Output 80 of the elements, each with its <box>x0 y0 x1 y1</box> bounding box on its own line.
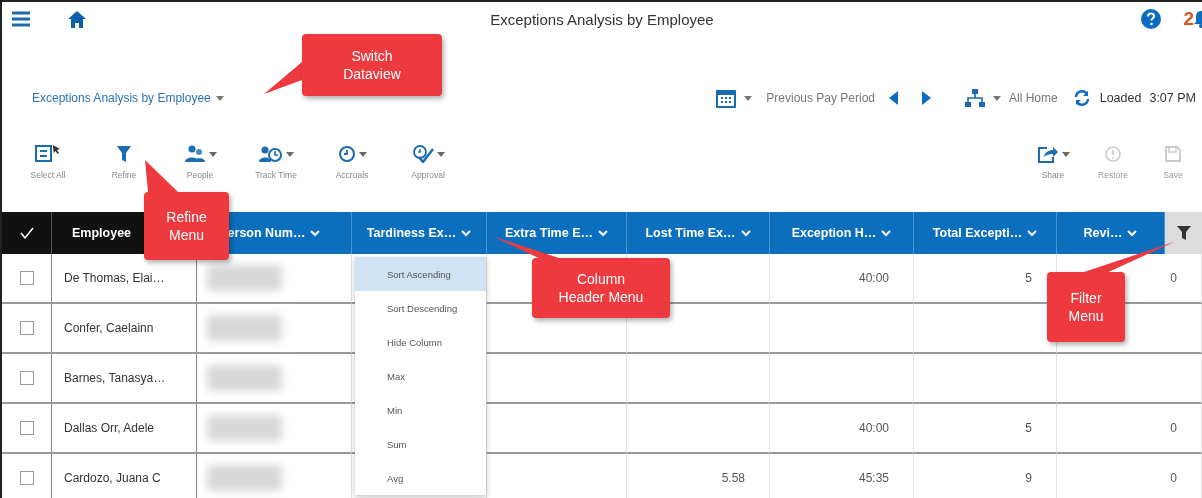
caret-icon <box>215 95 224 101</box>
share-tool-button[interactable]: Share <box>1024 144 1082 196</box>
table-cell: 0 <box>1057 404 1202 454</box>
chevron-icon <box>881 229 892 237</box>
load-status: Loaded <box>1099 91 1142 105</box>
caret-icon <box>436 151 445 157</box>
menu-item[interactable]: Sum <box>355 427 486 461</box>
row-checkbox[interactable] <box>19 321 34 335</box>
menu-item[interactable]: Min <box>355 393 486 427</box>
menu-item[interactable]: Max <box>355 359 486 393</box>
load-time: 3:07 PM <box>1149 91 1196 105</box>
table-cell: 45:35 <box>770 454 914 498</box>
restore-icon <box>1104 145 1122 163</box>
table-cell: 40:00 <box>770 254 914 304</box>
filter-button[interactable] <box>1165 212 1202 254</box>
table-cell: 9 <box>914 454 1057 498</box>
table-cell: Barnes, Tanasya… <box>52 354 197 404</box>
people-icon <box>183 145 206 163</box>
column-header[interactable]: Extra Time E… <box>487 212 627 254</box>
dataview-dropdown[interactable]: Exceptions Analysis by Employee <box>32 91 224 105</box>
filter-icon <box>116 145 132 163</box>
chevron-icon <box>1027 229 1038 237</box>
column-header[interactable]: Revi… <box>1057 212 1165 254</box>
calendar-icon[interactable] <box>716 88 737 108</box>
chevron-icon <box>310 229 321 237</box>
chevron-icon <box>1127 229 1138 237</box>
table-cell: 5.58 <box>627 454 770 498</box>
menu-item[interactable]: Sort Ascending <box>355 257 486 291</box>
caret-icon <box>1061 151 1070 157</box>
table-cell: Cardozo, Juana C <box>52 454 197 498</box>
pay-period-label[interactable]: Previous Pay Period <box>766 91 876 105</box>
column-header[interactable]: Lost Time Ex… <box>627 212 770 254</box>
track-tool-button[interactable]: Track Time <box>238 144 314 196</box>
column-header[interactable]: Total Excepti… <box>914 212 1057 254</box>
table-cell: 5 <box>914 404 1057 454</box>
callout-tooltip: Refine Menu <box>144 192 229 260</box>
location-label[interactable]: All Home <box>1009 91 1058 105</box>
notification-count[interactable]: 2 <box>1183 8 1194 30</box>
table-cell: 40:00 <box>770 404 914 454</box>
select-all-header[interactable] <box>2 212 52 254</box>
callout-tooltip: Filter Menu <box>1047 272 1125 342</box>
next-arrow-icon[interactable] <box>922 91 932 105</box>
select-tool-button[interactable]: Select All <box>10 144 86 196</box>
help-icon[interactable] <box>1141 9 1162 29</box>
row-checkbox[interactable] <box>19 371 34 385</box>
caret-icon[interactable] <box>993 95 1002 101</box>
caret-icon[interactable] <box>744 95 753 101</box>
refresh-icon[interactable] <box>1073 90 1090 106</box>
approval-tool-button[interactable]: Approval <box>390 144 466 196</box>
page-title: Exceptions Analysis by Employee <box>490 10 714 28</box>
filter-icon <box>1176 225 1191 241</box>
caret-icon <box>285 151 294 157</box>
hierarchy-icon[interactable] <box>965 88 986 108</box>
table-cell: 0 <box>1057 454 1202 498</box>
caret-icon <box>208 151 217 157</box>
menu-item[interactable]: Sort Descending <box>355 291 486 325</box>
clock-icon <box>337 145 356 163</box>
menu-item[interactable]: Avg <box>355 461 486 495</box>
clock-check-icon <box>411 145 434 163</box>
column-header[interactable]: Exception H… <box>770 212 914 254</box>
chevron-icon <box>598 229 608 237</box>
previous-arrow-icon[interactable] <box>889 91 899 105</box>
column-header[interactable]: Tardiness Ex… <box>352 212 487 254</box>
chevron-icon <box>461 229 472 237</box>
select-list-icon <box>35 144 61 164</box>
menu-item[interactable]: Hide Column <box>355 325 486 359</box>
table-cell: Confer, Caelainn <box>52 304 197 354</box>
row-checkbox[interactable] <box>19 421 34 435</box>
home-icon[interactable] <box>68 10 86 28</box>
caret-icon <box>358 151 367 157</box>
person-clock-icon <box>258 145 283 163</box>
menu-icon[interactable] <box>12 11 30 27</box>
share-icon <box>1036 145 1059 163</box>
row-checkbox[interactable] <box>19 471 34 485</box>
table-cell: Dallas Orr, Adele <box>52 404 197 454</box>
save-icon <box>1164 145 1182 163</box>
chevron-icon <box>740 229 751 237</box>
clock-tool-button[interactable]: Accruals <box>314 144 390 196</box>
check-icon <box>19 227 34 239</box>
row-checkbox[interactable] <box>19 271 34 285</box>
